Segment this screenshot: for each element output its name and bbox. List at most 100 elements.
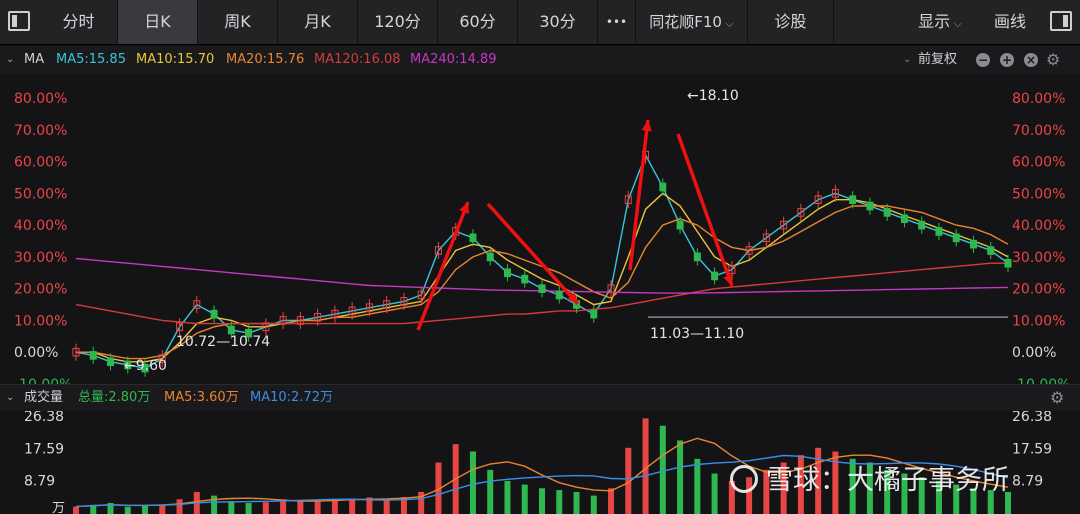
tab-diagnose[interactable]: 诊股 (748, 0, 834, 44)
annotation-arrowhead (723, 274, 734, 286)
volume-bar (124, 506, 131, 514)
volume-bar (262, 502, 269, 514)
candle-body (900, 214, 908, 224)
y-tick-label-right: 80.00% (1012, 91, 1065, 107)
y-tick-label-left: 70.00% (14, 123, 67, 139)
volume-bar (142, 505, 149, 514)
y-tick-label-right: 40.00% (1012, 218, 1065, 234)
high-price-label: ←18.10 (687, 88, 739, 104)
volume-bar (573, 491, 580, 514)
vol-tick-label-left: 8.79 (24, 474, 55, 490)
left-panel-icon[interactable] (8, 11, 30, 31)
y-tick-label-left: 0.00% (14, 345, 58, 361)
watermark-text: 雪球：大橘子事务所 (766, 465, 1009, 496)
y-tick-label-left: 80.00% (14, 91, 67, 107)
display-label: 显示 (918, 12, 951, 31)
more-menu-button[interactable]: ••• (598, 0, 636, 44)
gap-range-label: 11.03—11.10 (650, 326, 744, 342)
candle-body (521, 274, 529, 284)
volume-bar (694, 458, 701, 514)
adjust-label[interactable]: 前复权 (918, 46, 957, 74)
y-tick-label-right: 10.00% (1012, 313, 1065, 329)
volume-bar (556, 490, 563, 514)
tab-daily-k[interactable]: 日K (118, 0, 198, 44)
price-chart: 80.00% 80.00% 70.00% 70.00% 60.00% 60.00% 50.0… (14, 88, 1070, 384)
ma-legend-bar: ⌄ MA MA5:15.85 MA10:15.70 MA20:15.76 MA120:… (0, 46, 1080, 74)
volume-bar (539, 488, 545, 514)
y-tick-label-right: -10.00% (1012, 377, 1070, 384)
annotation-arrow (486, 202, 580, 306)
candle-body (883, 208, 891, 217)
tab-30min[interactable]: 30分 (518, 0, 598, 44)
tab-weekly-k[interactable]: 周K (198, 0, 278, 44)
display-dropdown[interactable]: 显示 ⌵ (900, 0, 980, 44)
volume-bar (504, 480, 511, 514)
y-tick-label-left: 40.00% (14, 218, 67, 234)
volume-legend-item: MA10:2.72万 (250, 390, 333, 405)
gap-range-label: 10.72—10.74 (176, 334, 270, 350)
volume-bar (659, 425, 666, 514)
ma-legend-item: MA5:15.85 (56, 52, 126, 67)
y-tick-label-left: 20.00% (14, 282, 67, 298)
y-tick-label-right: 30.00% (1012, 250, 1065, 266)
vol-unit-label: 万 (52, 501, 65, 514)
y-tick-label-left: 50.00% (14, 186, 67, 202)
volume-bar (469, 451, 476, 514)
adjust-dropdown-icon[interactable]: ⌄ (903, 46, 911, 74)
volume-bar (211, 495, 218, 514)
candle-body (918, 220, 926, 230)
volume-bar (711, 473, 718, 514)
tab-monthly-k[interactable]: 月K (278, 0, 358, 44)
collapse-icon[interactable]: ⌄ (6, 46, 14, 74)
tab-60min[interactable]: 60分 (438, 0, 518, 44)
candle-body (89, 351, 97, 360)
collapse-icon[interactable]: ⌄ (6, 385, 14, 411)
gear-icon[interactable]: ⚙ (1046, 46, 1060, 74)
low-price-label: ←9.60 (124, 358, 167, 374)
tab-120min[interactable]: 120分 (358, 0, 438, 44)
annotation-arrow (676, 133, 734, 287)
volume-bar (314, 501, 321, 514)
tab-intraday[interactable]: 分时 (40, 0, 118, 44)
vol-tick-label-right: 8.79 (1012, 474, 1043, 490)
candle-body (987, 246, 995, 255)
candle-body (849, 195, 857, 205)
f10-label: 同花顺F10 (649, 13, 722, 31)
volume-bar (331, 499, 338, 514)
toolbar: 分时 日K 周K 月K 120分 60分 30分 ••• 同花顺F10 ⌵ 诊股… (0, 0, 1080, 45)
y-tick-label-right: 0.00% (1012, 345, 1056, 361)
candle-body (659, 182, 667, 192)
watermark: 雪球：大橘子事务所 (730, 458, 1009, 497)
candle-body (538, 284, 546, 293)
vol-tick-label-right: 17.59 (1012, 441, 1052, 457)
volume-legend-item: MA5:3.60万 (164, 390, 239, 405)
zoom-out-icon[interactable]: − (976, 53, 990, 67)
candle-body (969, 239, 977, 249)
y-tick-label-left: 60.00% (14, 155, 67, 171)
y-tick-label-right: 50.00% (1012, 186, 1065, 202)
candle-body (227, 325, 235, 335)
tab-f10[interactable]: 同花顺F10 ⌵ (636, 0, 748, 44)
zoom-in-icon[interactable]: + (1000, 53, 1014, 67)
right-panel-icon[interactable] (1050, 11, 1072, 31)
volume-legend-item: 总量:2.80万 (78, 390, 151, 405)
candle-body (210, 309, 218, 319)
volume-legend-bar: ⌄ 成交量 总量:2.80万 MA5:3.60万 MA10:2.72万 ⚙ (0, 384, 1080, 411)
candle-body (1004, 258, 1012, 268)
volume-bar (677, 440, 684, 514)
ma-legend-item: MA120:16.08 (314, 52, 401, 67)
candle-body (107, 357, 115, 367)
volume-bar (608, 488, 615, 514)
vol-tick-label-right: 26.38 (1012, 411, 1052, 425)
candle-body (469, 233, 477, 243)
candle-body (866, 201, 874, 211)
ma-label: MA (24, 52, 45, 67)
close-icon[interactable]: × (1024, 53, 1038, 67)
candle-body (952, 233, 960, 243)
gear-icon[interactable]: ⚙ (1050, 385, 1064, 411)
volume-bar (297, 500, 304, 514)
candle-body (935, 227, 943, 236)
candle-body (503, 268, 511, 278)
candle-body (590, 309, 598, 319)
draw-line-button[interactable]: 画线 (980, 0, 1040, 44)
